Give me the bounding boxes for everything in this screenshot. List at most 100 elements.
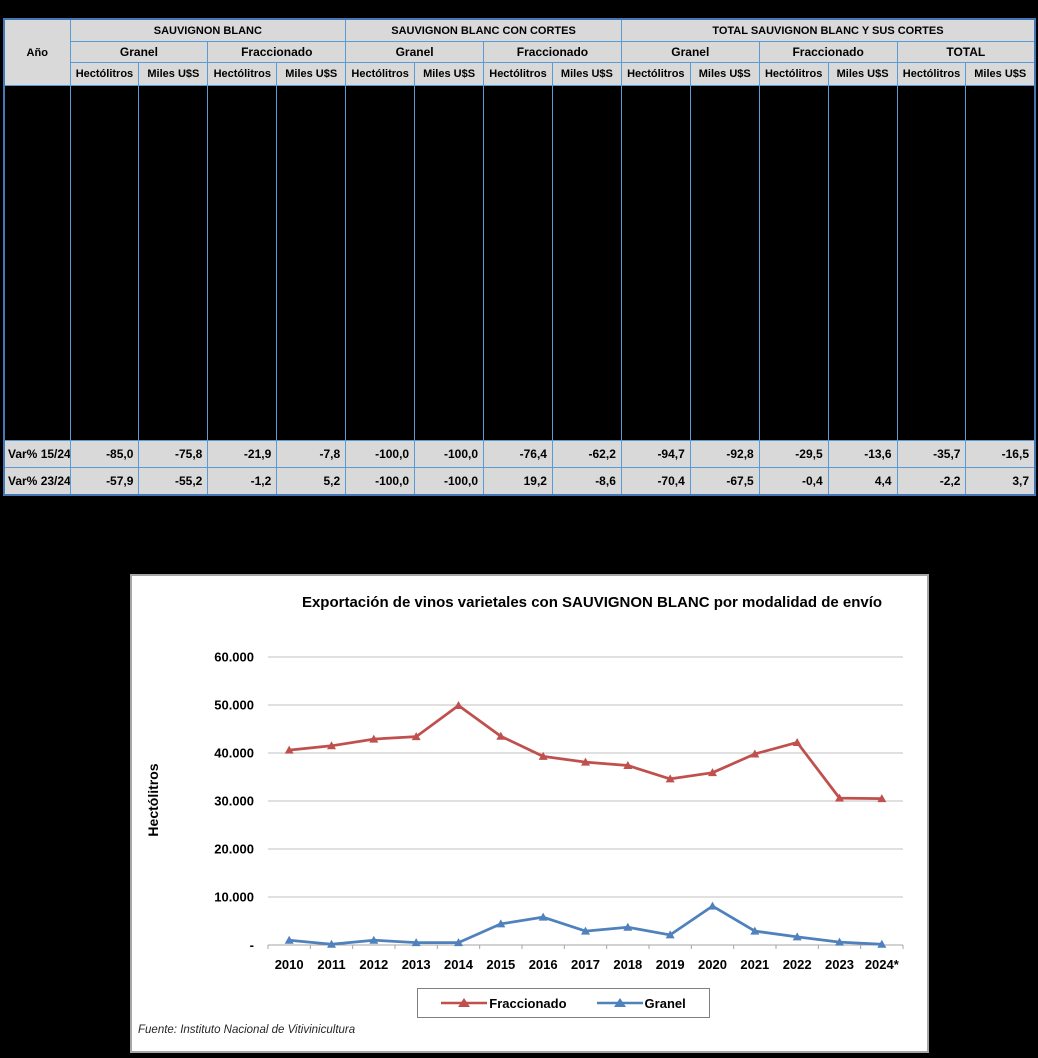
- var-value-cell: -7,8: [277, 441, 346, 468]
- unit-header-1-0: Hectólitros: [208, 63, 277, 86]
- masked-cell: [4, 86, 70, 441]
- svg-text:2012: 2012: [359, 957, 388, 972]
- unit-header-3-1: Miles U$S: [552, 63, 621, 86]
- var-value-cell: -1,2: [208, 468, 277, 496]
- var-value-cell: -100,0: [415, 441, 484, 468]
- var-value-cell: -2,2: [897, 468, 966, 496]
- legend-label: Fraccionado: [489, 996, 566, 1011]
- var-value-cell: -29,5: [759, 441, 828, 468]
- unit-header-2-1: Miles U$S: [415, 63, 484, 86]
- unit-header-6-1: Miles U$S: [966, 63, 1035, 86]
- subgroup-header-1-0: Granel: [346, 42, 484, 63]
- svg-text:2020: 2020: [698, 957, 727, 972]
- legend-marker-icon: [597, 997, 643, 1009]
- x-axis-tick-labels: 2010201120122013201420152016201720182019…: [275, 957, 900, 972]
- masked-cell: [828, 86, 897, 441]
- svg-text:2016: 2016: [529, 957, 558, 972]
- svg-text:2011: 2011: [317, 957, 345, 972]
- var-value-cell: -57,9: [70, 468, 139, 496]
- var-value-cell: -0,4: [759, 468, 828, 496]
- svg-text:10.000: 10.000: [214, 890, 254, 905]
- svg-text:2024*: 2024*: [865, 957, 900, 972]
- masked-cell: [208, 86, 277, 441]
- var-value-cell: -85,0: [70, 441, 139, 468]
- y-axis-tick-labels: -10.00020.00030.00040.00050.00060.000: [214, 650, 254, 953]
- series-fraccionado: [285, 701, 887, 802]
- var-value-cell: 3,7: [966, 468, 1035, 496]
- var-row-0: Var% 15/24-85,0-75,8-21,9-7,8-100,0-100,…: [4, 441, 1035, 468]
- svg-text:2021: 2021: [740, 957, 769, 972]
- var-value-cell: -16,5: [966, 441, 1035, 468]
- masked-cell: [277, 86, 346, 441]
- unit-header-0-0: Hectólitros: [70, 63, 139, 86]
- svg-text:2014: 2014: [444, 957, 474, 972]
- masked-cell: [966, 86, 1035, 441]
- svg-text:2018: 2018: [613, 957, 642, 972]
- chart-panel: Exportación de vinos varietales con SAUV…: [130, 574, 929, 1053]
- var-value-cell: -67,5: [690, 468, 759, 496]
- svg-text:2022: 2022: [783, 957, 812, 972]
- x-axis-ticks: [268, 945, 903, 949]
- chart-legend: Fraccionado Granel: [417, 988, 710, 1018]
- var-value-cell: -94,7: [621, 441, 690, 468]
- var-value-cell: 5,2: [277, 468, 346, 496]
- var-value-cell: -35,7: [897, 441, 966, 468]
- table-group-row: AñoSAUVIGNON BLANCSAUVIGNON BLANC CON CO…: [4, 19, 1035, 42]
- unit-header-3-0: Hectólitros: [484, 63, 553, 86]
- var-value-cell: -21,9: [208, 441, 277, 468]
- group-header-2: TOTAL SAUVIGNON BLANC Y SUS CORTES: [621, 19, 1035, 42]
- svg-text:2019: 2019: [656, 957, 685, 972]
- masked-cell: [415, 86, 484, 441]
- group-header-0: SAUVIGNON BLANC: [70, 19, 346, 42]
- line-chart: -10.00020.00030.00040.00050.00060.000201…: [132, 576, 927, 1051]
- table-unit-row: HectólitrosMiles U$SHectólitrosMiles U$S…: [4, 63, 1035, 86]
- var-row-label: Var% 23/24: [4, 468, 70, 496]
- masked-cell: [346, 86, 415, 441]
- data-point-marker: [708, 902, 717, 910]
- subgroup-header-2-1: Fraccionado: [759, 42, 897, 63]
- unit-header-2-0: Hectólitros: [346, 63, 415, 86]
- series-line-granel: [289, 906, 882, 944]
- unit-header-0-1: Miles U$S: [139, 63, 208, 86]
- subgroup-header-0-1: Fraccionado: [208, 42, 346, 63]
- masked-cell: [621, 86, 690, 441]
- year-column-header: Año: [4, 19, 70, 86]
- svg-text:2015: 2015: [486, 957, 515, 972]
- subgroup-header-2-2: TOTAL: [897, 42, 1035, 63]
- var-value-cell: -55,2: [139, 468, 208, 496]
- svg-text:20.000: 20.000: [214, 842, 254, 857]
- source-note: Fuente: Instituto Nacional de Vitivinicu…: [138, 1024, 355, 1036]
- masked-cell: [484, 86, 553, 441]
- var-value-cell: -75,8: [139, 441, 208, 468]
- var-value-cell: 19,2: [484, 468, 553, 496]
- subgroup-header-0-0: Granel: [70, 42, 208, 63]
- var-value-cell: -62,2: [552, 441, 621, 468]
- report-page: AñoSAUVIGNON BLANCSAUVIGNON BLANC CON CO…: [0, 0, 1038, 1058]
- svg-text:2023: 2023: [825, 957, 854, 972]
- var-value-cell: -13,6: [828, 441, 897, 468]
- table-subgroup-row: GranelFraccionadoGranelFraccionadoGranel…: [4, 42, 1035, 63]
- svg-text:30.000: 30.000: [214, 794, 254, 809]
- var-row-1: Var% 23/24-57,9-55,2-1,25,2-100,0-100,01…: [4, 468, 1035, 496]
- svg-text:2017: 2017: [571, 957, 600, 972]
- var-value-cell: -100,0: [415, 468, 484, 496]
- var-value-cell: -8,6: [552, 468, 621, 496]
- var-value-cell: -70,4: [621, 468, 690, 496]
- gridlines: [268, 657, 903, 945]
- masked-cell: [139, 86, 208, 441]
- var-value-cell: 4,4: [828, 468, 897, 496]
- legend-label: Granel: [645, 996, 686, 1011]
- masked-data-rows: [4, 86, 1035, 441]
- subgroup-header-1-1: Fraccionado: [484, 42, 622, 63]
- legend-item-granel: Granel: [597, 996, 686, 1011]
- unit-header-1-1: Miles U$S: [277, 63, 346, 86]
- svg-text:-: -: [250, 938, 254, 953]
- masked-cell: [552, 86, 621, 441]
- table-header: AñoSAUVIGNON BLANCSAUVIGNON BLANC CON CO…: [4, 19, 1035, 86]
- var-value-cell: -100,0: [346, 468, 415, 496]
- legend-item-fraccionado: Fraccionado: [441, 996, 566, 1011]
- legend-marker-icon: [441, 997, 487, 1009]
- var-value-cell: -92,8: [690, 441, 759, 468]
- unit-header-5-0: Hectólitros: [759, 63, 828, 86]
- svg-text:2013: 2013: [402, 957, 431, 972]
